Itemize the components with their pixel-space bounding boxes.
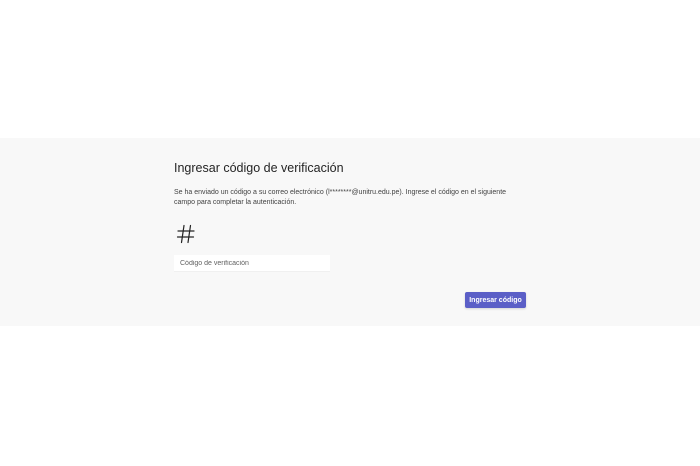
submit-code-button[interactable]: Ingresar código bbox=[465, 292, 526, 308]
page-title: Ingresar código de verificación bbox=[174, 161, 344, 175]
verification-code-input[interactable] bbox=[174, 255, 330, 272]
verification-panel: Ingresar código de verificación Se ha en… bbox=[0, 138, 700, 326]
hash-icon bbox=[176, 224, 195, 244]
page: Ingresar código de verificación Se ha en… bbox=[0, 0, 700, 466]
verification-description: Se ha enviado un código a su correo elec… bbox=[174, 189, 507, 206]
verification-content: Ingresar código de verificación Se ha en… bbox=[174, 138, 526, 326]
